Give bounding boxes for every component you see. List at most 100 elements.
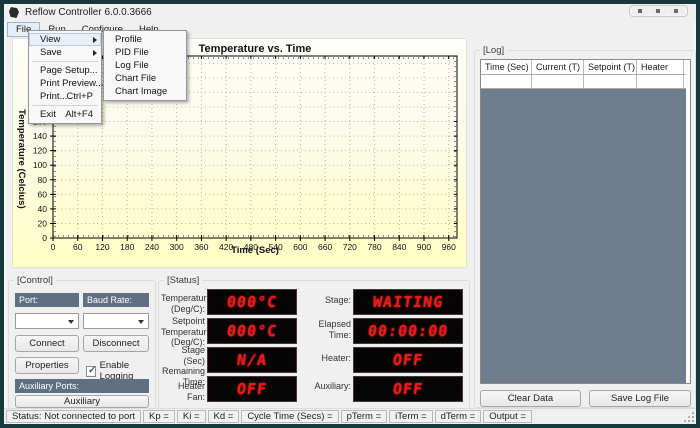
elapsed-time-label: Elapsed Time: bbox=[301, 319, 351, 340]
column-heater[interactable]: Heater bbox=[637, 60, 684, 74]
submenu-arrow-icon bbox=[93, 37, 97, 43]
menu-item-print-preview-label: Print Preview... bbox=[40, 78, 103, 89]
connect-button[interactable]: Connect bbox=[15, 335, 79, 352]
stage-remaining-time-display: N/A bbox=[207, 347, 297, 373]
app-icon bbox=[9, 7, 19, 18]
log-grid-margin bbox=[686, 60, 690, 383]
auxiliary-value: OFF bbox=[392, 380, 424, 398]
title-bar[interactable]: Reflow Controller 6.0.0.3666 bbox=[4, 4, 696, 22]
menu-item-save[interactable]: Save bbox=[29, 46, 101, 59]
stage-remaining-time-value: N/A bbox=[236, 351, 268, 369]
statusbar-ki: Ki = bbox=[177, 410, 206, 423]
menu-separator bbox=[32, 105, 98, 106]
window-maximize-button[interactable] bbox=[650, 7, 667, 15]
statusbar-kd: Kd = bbox=[208, 410, 240, 423]
menu-item-page-setup[interactable]: Page Setup... bbox=[29, 64, 101, 77]
temperature-label: Temperature (Deg/C): bbox=[161, 293, 205, 314]
window-controls bbox=[629, 5, 688, 17]
auxiliary-label: Auxiliary: bbox=[301, 381, 351, 392]
statusbar-output: Output = bbox=[483, 410, 532, 423]
elapsed-time-value: 00:00:00 bbox=[367, 322, 449, 340]
auxiliary-button[interactable]: Auxiliary bbox=[15, 395, 149, 408]
stage-label: Stage: bbox=[301, 295, 351, 306]
svg-text:20: 20 bbox=[38, 218, 48, 228]
heater-fan-display: OFF bbox=[207, 376, 297, 402]
submenu-item-chart-image-label: Chart Image bbox=[115, 86, 167, 97]
submenu-item-pid-file[interactable]: PID File bbox=[104, 46, 186, 59]
statusbar-cycle-time: Cycle Time (Secs) = bbox=[241, 410, 338, 423]
status-bar: Status: Not connected to port Kp = Ki = … bbox=[4, 408, 696, 424]
submenu-item-pid-file-label: PID File bbox=[115, 47, 149, 58]
menu-shortcut-print: Ctrl+P bbox=[66, 91, 93, 102]
baud-rate-label: Baud Rate: bbox=[83, 293, 149, 307]
heater-value: OFF bbox=[392, 351, 424, 369]
menu-item-page-setup-label: Page Setup... bbox=[40, 65, 98, 76]
column-time[interactable]: Time (Sec) bbox=[481, 60, 532, 74]
app-window: Reflow Controller 6.0.0.3666 File Run Co… bbox=[0, 0, 700, 428]
disconnect-button[interactable]: Disconnect bbox=[83, 335, 149, 352]
clear-data-button[interactable]: Clear Data bbox=[480, 390, 581, 407]
status-panel-title: [Status] bbox=[164, 275, 202, 286]
window-minimize-button[interactable] bbox=[632, 7, 649, 15]
submenu-item-chart-file[interactable]: Chart File bbox=[104, 72, 186, 85]
log-table[interactable]: Time (Sec) Current (T) Setpoint (T) Heat… bbox=[480, 59, 691, 384]
submenu-item-log-file-label: Log File bbox=[115, 60, 149, 71]
x-axis-label: Time (Sec) bbox=[53, 245, 457, 256]
heater-label: Heater: bbox=[301, 353, 351, 364]
menu-item-exit[interactable]: Exit Alt+F4 bbox=[29, 108, 101, 121]
stage-display: WAITING bbox=[353, 289, 463, 315]
menu-item-view-label: View bbox=[40, 34, 60, 45]
chevron-down-icon bbox=[68, 320, 74, 324]
submenu-arrow-icon bbox=[93, 50, 97, 56]
save-log-file-button[interactable]: Save Log File bbox=[589, 390, 691, 407]
svg-text:120: 120 bbox=[33, 146, 47, 156]
control-panel: [Control] Port: Baud Rate: Connect Disco… bbox=[8, 280, 156, 409]
window-close-button[interactable] bbox=[668, 7, 685, 15]
maximize-icon bbox=[656, 9, 660, 13]
y-axis-label: Temperature (Celcius) bbox=[16, 79, 27, 239]
stage-value: WAITING bbox=[372, 293, 444, 311]
statusbar-pterm: pTerm = bbox=[341, 410, 388, 423]
window-title: Reflow Controller 6.0.0.3666 bbox=[25, 7, 152, 18]
temperature-value: 000°C bbox=[226, 293, 278, 311]
port-label: Port: bbox=[15, 293, 79, 307]
baud-rate-combobox[interactable] bbox=[83, 313, 149, 329]
enable-logging-checkbox[interactable] bbox=[86, 366, 96, 377]
column-current[interactable]: Current (T) bbox=[532, 60, 584, 74]
submenu-item-profile[interactable]: Profile bbox=[104, 33, 186, 46]
menu-item-exit-label: Exit bbox=[40, 109, 56, 120]
auxiliary-display: OFF bbox=[353, 376, 463, 402]
svg-text:0: 0 bbox=[42, 233, 47, 243]
svg-text:140: 140 bbox=[33, 131, 47, 141]
statusbar-connection: Status: Not connected to port bbox=[6, 410, 141, 423]
submenu-item-chart-image[interactable]: Chart Image bbox=[104, 85, 186, 98]
setpoint-temperature-display: 000°C bbox=[207, 318, 297, 344]
menu-separator bbox=[32, 61, 98, 62]
chevron-down-icon bbox=[138, 320, 144, 324]
log-panel: [Log] Time (Sec) Current (T) Setpoint (T… bbox=[474, 50, 696, 408]
menu-item-print-preview[interactable]: Print Preview... bbox=[29, 77, 101, 90]
setpoint-temperature-label: Setpoint Temperature (Deg/C): bbox=[161, 316, 205, 348]
menu-item-print[interactable]: Print... Ctrl+P bbox=[29, 90, 101, 103]
temperature-display: 000°C bbox=[207, 289, 297, 315]
setpoint-temperature-value: 000°C bbox=[226, 322, 278, 340]
heater-fan-label: Heater Fan: bbox=[161, 381, 205, 402]
minimize-icon bbox=[638, 9, 642, 13]
statusbar-dterm: dTerm = bbox=[435, 410, 482, 423]
svg-text:100: 100 bbox=[33, 160, 47, 170]
menu-item-print-label: Print... bbox=[40, 91, 67, 102]
log-panel-title: [Log] bbox=[480, 45, 507, 56]
heater-display: OFF bbox=[353, 347, 463, 373]
column-setpoint[interactable]: Setpoint (T) bbox=[584, 60, 637, 74]
properties-button[interactable]: Properties bbox=[15, 357, 79, 374]
statusbar-iterm: iTerm = bbox=[389, 410, 432, 423]
submenu-item-log-file[interactable]: Log File bbox=[104, 59, 186, 72]
menu-item-save-label: Save bbox=[40, 47, 62, 58]
status-panel: [Status] Temperature (Deg/C): 000°C Setp… bbox=[158, 280, 470, 409]
log-empty-row bbox=[481, 75, 690, 89]
svg-text:40: 40 bbox=[38, 204, 48, 214]
port-combobox[interactable] bbox=[15, 313, 79, 329]
menu-item-view[interactable]: View bbox=[29, 33, 101, 46]
heater-fan-value: OFF bbox=[236, 380, 268, 398]
submenu-item-profile-label: Profile bbox=[115, 34, 142, 45]
